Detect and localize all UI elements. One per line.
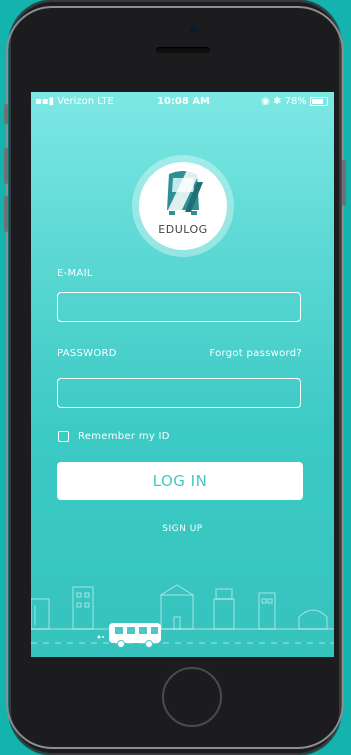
signup-link[interactable]: SIGN UP bbox=[31, 524, 334, 534]
email-label: E-MAIL bbox=[57, 268, 93, 279]
carrier-text: Verizon LTE bbox=[57, 96, 114, 107]
remember-id-checkbox[interactable] bbox=[58, 431, 69, 442]
password-field[interactable] bbox=[57, 378, 301, 408]
email-field[interactable] bbox=[57, 292, 301, 322]
forgot-password-link[interactable]: Forgot password? bbox=[209, 348, 302, 359]
app-screen: ▪▪▮ Verizon LTE 10:08 AM ◉ ✱ 78% EDULOG … bbox=[31, 92, 334, 657]
city-skyline-illustration bbox=[31, 584, 334, 648]
carrier-label: ▪▪▮ Verizon LTE bbox=[35, 96, 114, 107]
battery-percent: 78% bbox=[284, 96, 307, 107]
logo-wordmark: EDULOG bbox=[158, 223, 208, 236]
signal-icon: ▪▪▮ bbox=[35, 96, 55, 107]
school-bus-icon bbox=[97, 623, 161, 648]
password-label: PASSWORD bbox=[57, 348, 117, 359]
volume-up-button bbox=[4, 148, 8, 184]
rotation-lock-icon: ◉ bbox=[261, 96, 270, 107]
volume-down-button bbox=[4, 196, 8, 232]
power-button bbox=[342, 160, 346, 206]
earpiece-speaker bbox=[156, 47, 210, 53]
login-button[interactable]: LOG IN bbox=[57, 462, 303, 500]
battery-icon bbox=[310, 96, 328, 106]
status-time: 10:08 AM bbox=[157, 96, 211, 107]
mute-switch bbox=[4, 104, 8, 124]
home-button[interactable] bbox=[162, 667, 222, 727]
remember-id-label[interactable]: Remember my ID bbox=[78, 431, 170, 442]
status-bar: ▪▪▮ Verizon LTE 10:08 AM ◉ ✱ 78% bbox=[31, 92, 334, 112]
app-logo: EDULOG bbox=[139, 162, 227, 250]
bus-logo-icon bbox=[165, 170, 203, 216]
bluetooth-icon: ✱ bbox=[273, 96, 282, 107]
status-right: ◉ ✱ 78% bbox=[261, 96, 328, 107]
front-camera bbox=[189, 26, 197, 34]
